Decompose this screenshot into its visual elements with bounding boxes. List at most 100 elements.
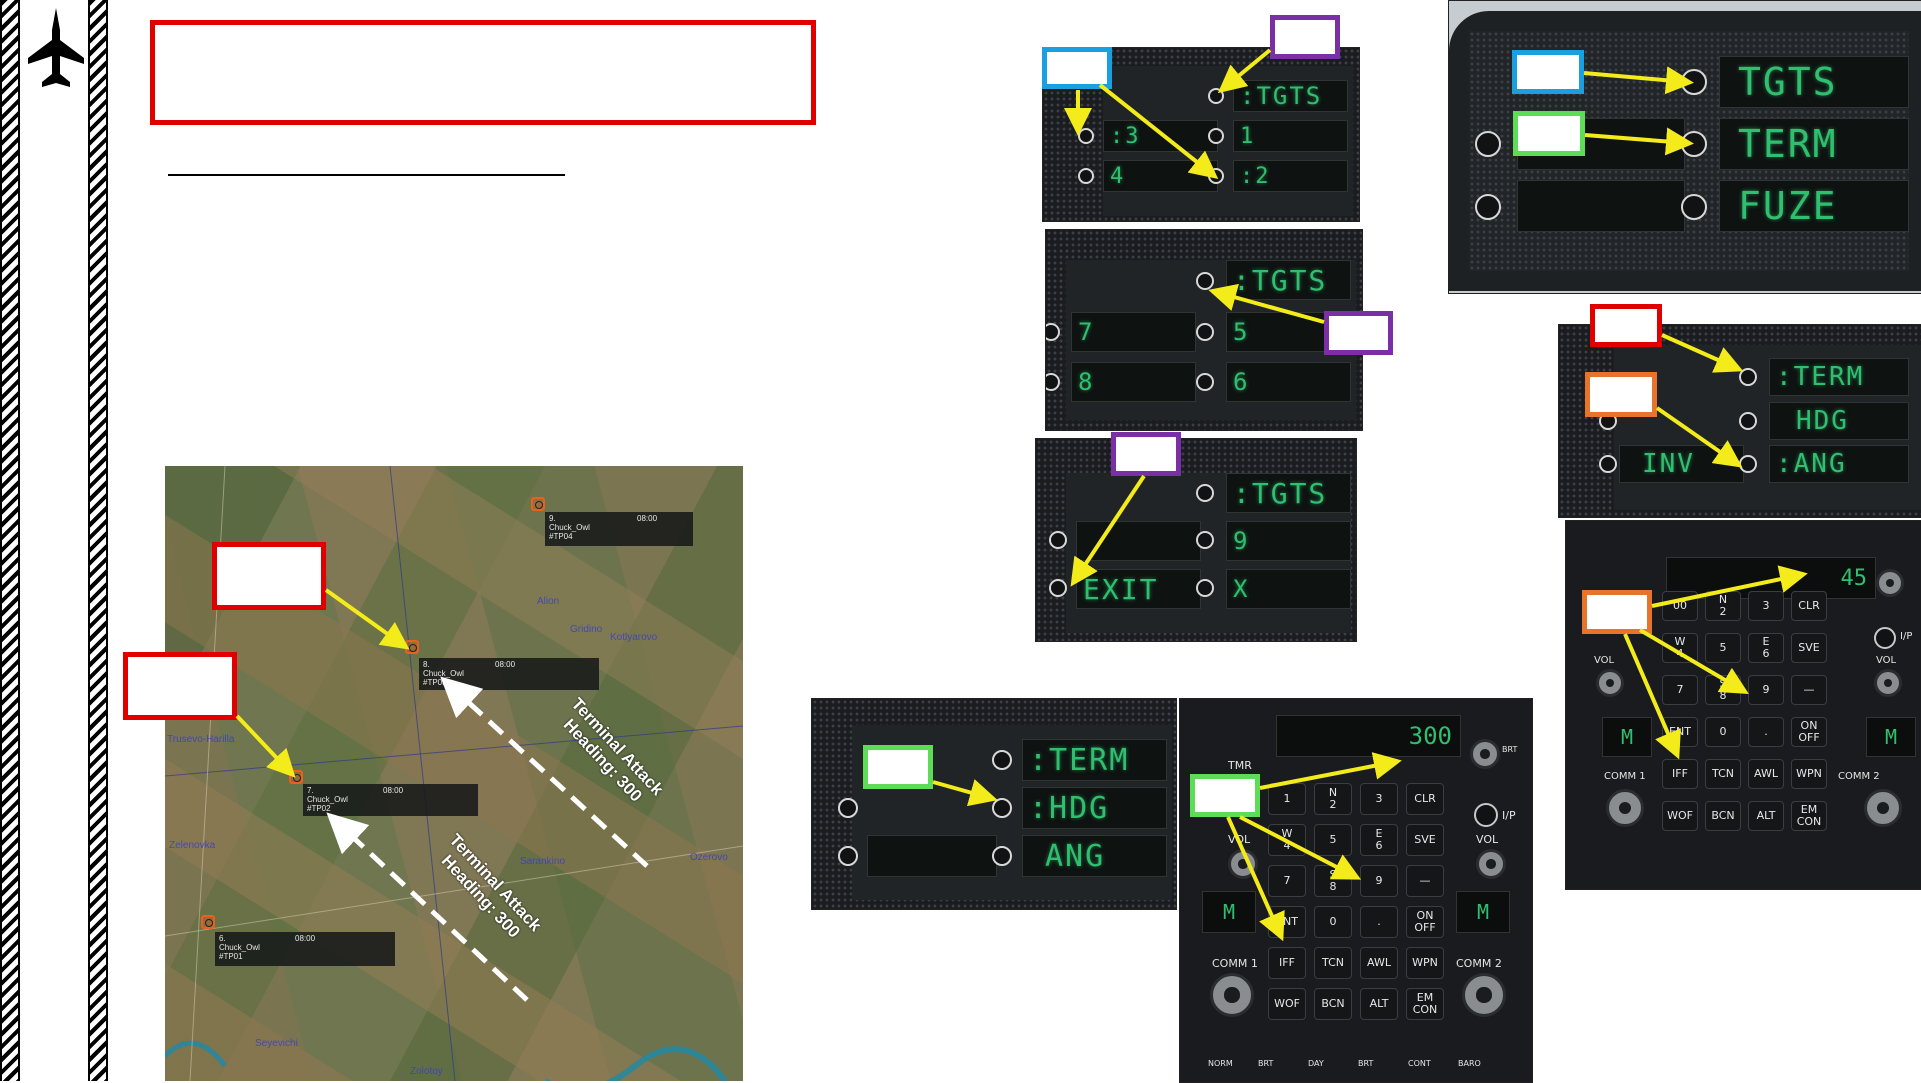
keypad-key[interactable]: .: [1360, 906, 1398, 938]
option-button-r2-right[interactable]: [1196, 323, 1214, 341]
option-button-r3-right[interactable]: [1196, 579, 1214, 597]
keypad-key[interactable]: WPN: [1791, 759, 1827, 789]
option-button-r1-right[interactable]: [1196, 272, 1214, 290]
option-button-left-r2[interactable]: [1475, 131, 1501, 157]
lcd-left-row3: [1517, 180, 1685, 232]
keypad-key[interactable]: WOF: [1268, 988, 1306, 1020]
option-button-r2-left[interactable]: [1049, 531, 1067, 549]
keypad-key[interactable]: S 8: [1705, 675, 1741, 705]
keypad-key[interactable]: IFF: [1662, 759, 1698, 789]
keypad-key[interactable]: CLR: [1406, 783, 1444, 815]
option-button-r1-right[interactable]: [1208, 88, 1224, 104]
option-button-r2-left[interactable]: [1078, 128, 1094, 144]
option-button-r2-right[interactable]: [1208, 128, 1224, 144]
keypad-key[interactable]: 3: [1748, 591, 1784, 621]
keypad-key[interactable]: AWL: [1748, 759, 1784, 789]
keypad-key[interactable]: 9: [1360, 865, 1398, 897]
footer-label: BARO: [1458, 1059, 1481, 1068]
keypad-key[interactable]: W 4: [1268, 824, 1306, 856]
keypad-key[interactable]: EM CON: [1791, 801, 1827, 831]
option-button-r1-right[interactable]: [1196, 484, 1214, 502]
callout-red-1: [1590, 304, 1662, 347]
keypad-key[interactable]: —: [1791, 675, 1827, 705]
keypad-key[interactable]: 7: [1662, 675, 1698, 705]
tmr-label: TMR: [1228, 759, 1252, 772]
option-button-r3-right[interactable]: [1208, 168, 1224, 184]
volume-knob-left[interactable]: [1596, 669, 1624, 697]
ufc-photo-term-page-right: :TERM HDG INV :ANG: [1558, 324, 1921, 518]
keypad-key[interactable]: ENT: [1662, 717, 1698, 747]
option-button-left-r2[interactable]: [838, 798, 858, 818]
option-button-fuze[interactable]: [1681, 194, 1707, 220]
option-button-left-r3[interactable]: [1475, 194, 1501, 220]
keypad-key[interactable]: 0: [1705, 717, 1741, 747]
keypad-key[interactable]: BCN: [1314, 988, 1352, 1020]
option-button-tgts[interactable]: [1681, 69, 1707, 95]
option-button-ang[interactable]: [992, 846, 1012, 866]
keypad-key[interactable]: WPN: [1406, 947, 1444, 979]
keypad-key[interactable]: ALT: [1748, 801, 1784, 831]
keypad-key[interactable]: TCN: [1314, 947, 1352, 979]
option-button-term[interactable]: [992, 750, 1012, 770]
brightness-knob[interactable]: [1876, 569, 1904, 597]
keypad-key[interactable]: E 6: [1748, 633, 1784, 663]
keypad-key[interactable]: S 8: [1314, 865, 1352, 897]
ufc-photo-term-page-left: :TERM :HDG ANG: [811, 698, 1177, 910]
keypad-key[interactable]: N 2: [1705, 591, 1741, 621]
keypad-key[interactable]: ALT: [1360, 988, 1398, 1020]
footer-label: BRT: [1358, 1059, 1374, 1068]
keypad-key[interactable]: 7: [1268, 865, 1306, 897]
vol-left-label: VOL: [1594, 655, 1615, 666]
iap-button[interactable]: [1874, 627, 1896, 649]
volume-knob-right[interactable]: [1874, 669, 1902, 697]
option-button-term[interactable]: [1739, 368, 1757, 386]
comm2-knob[interactable]: [1462, 973, 1506, 1017]
option-button-r3-left[interactable]: [1078, 168, 1094, 184]
keypad-key[interactable]: N 2: [1314, 783, 1352, 815]
option-button-ang[interactable]: [1739, 455, 1757, 473]
lcd-row1-right: :TGTS: [1226, 473, 1351, 513]
ufc-photo-tgts-page-2: :TGTS 7 5 8 6: [1045, 229, 1363, 431]
option-button-term[interactable]: [1681, 131, 1707, 157]
keypad-key[interactable]: SVE: [1406, 824, 1444, 856]
keypad-key[interactable]: 1: [1268, 783, 1306, 815]
comm2-knob[interactable]: [1864, 789, 1902, 827]
keypad-key[interactable]: AWL: [1360, 947, 1398, 979]
volume-knob-left[interactable]: [1228, 849, 1258, 879]
keypad-key[interactable]: ON OFF: [1791, 717, 1827, 747]
keypad-key[interactable]: ON OFF: [1406, 906, 1444, 938]
keypad-key[interactable]: 0: [1314, 906, 1352, 938]
brightness-knob[interactable]: [1470, 739, 1500, 769]
option-button-exit[interactable]: [1049, 579, 1067, 597]
option-button-r2-right[interactable]: [1196, 531, 1214, 549]
callout-purple-2: [1324, 311, 1393, 355]
keypad-key[interactable]: —: [1406, 865, 1444, 897]
option-button-hdg[interactable]: [1739, 412, 1757, 430]
keypad-key[interactable]: IFF: [1268, 947, 1306, 979]
volume-knob-right[interactable]: [1476, 849, 1506, 879]
keypad-key[interactable]: BCN: [1705, 801, 1741, 831]
keypad-key[interactable]: WOF: [1662, 801, 1698, 831]
keypad-key[interactable]: 5: [1314, 824, 1352, 856]
option-button-hdg[interactable]: [992, 798, 1012, 818]
keypad-key[interactable]: W 4: [1662, 633, 1698, 663]
keypad-key[interactable]: 00: [1662, 591, 1698, 621]
option-button-left-r3[interactable]: [838, 846, 858, 866]
comm1-knob[interactable]: [1606, 789, 1644, 827]
callout-green-1: [1513, 111, 1585, 156]
keypad-key[interactable]: E 6: [1360, 824, 1398, 856]
keypad-key[interactable]: 5: [1705, 633, 1741, 663]
keypad-key[interactable]: 9: [1748, 675, 1784, 705]
lcd-row3-left: 8: [1071, 362, 1196, 402]
option-button-r3-right[interactable]: [1196, 373, 1214, 391]
keypad-key[interactable]: 3: [1360, 783, 1398, 815]
keypad-key[interactable]: .: [1748, 717, 1784, 747]
keypad-key[interactable]: EM CON: [1406, 988, 1444, 1020]
keypad-key[interactable]: SVE: [1791, 633, 1827, 663]
keypad-key[interactable]: CLR: [1791, 591, 1827, 621]
comm1-knob[interactable]: [1210, 973, 1254, 1017]
option-button-inv[interactable]: [1599, 455, 1617, 473]
keypad-key[interactable]: ENT: [1268, 906, 1306, 938]
iap-button[interactable]: [1474, 803, 1498, 827]
keypad-key[interactable]: TCN: [1705, 759, 1741, 789]
